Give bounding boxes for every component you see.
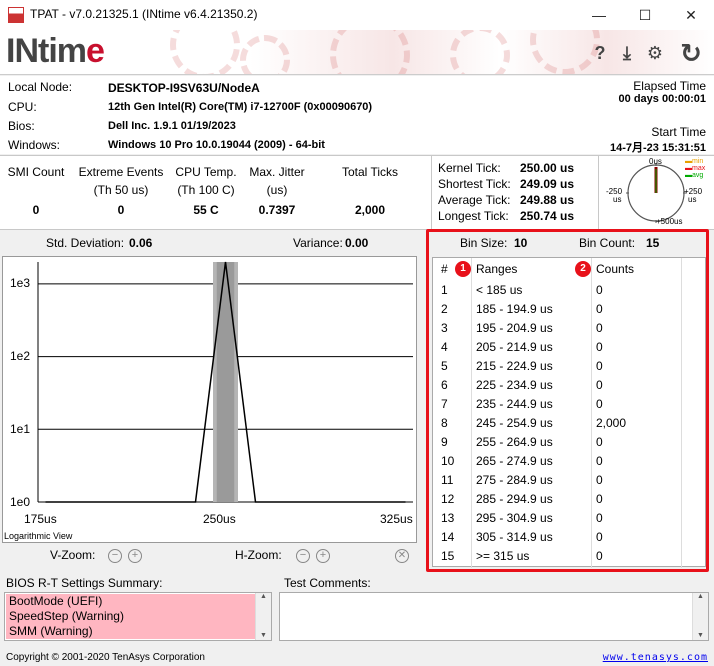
- total-ticks-value: 2,000: [354, 203, 386, 217]
- y-tick-label: 1e0: [10, 495, 31, 509]
- app-icon: [8, 7, 24, 23]
- intime-logo: INtime: [6, 32, 105, 70]
- legend-max: ▬max: [685, 165, 706, 172]
- refresh-icon[interactable]: ↻: [676, 39, 706, 67]
- kernel-tick-value: 250.00 us: [520, 161, 575, 175]
- extreme-events-value: 0: [117, 203, 125, 217]
- variance-label: Variance:: [293, 236, 343, 250]
- scrollbar[interactable]: ▲ ▼: [255, 593, 271, 640]
- longest-tick-label: Longest Tick:: [438, 209, 509, 223]
- scroll-down-icon[interactable]: ▼: [256, 632, 271, 639]
- bios-label: Bios:: [8, 119, 35, 133]
- average-tick-value: 249.88 us: [520, 193, 575, 207]
- extreme-events-header: Extreme Events: [78, 165, 164, 179]
- local-node-value: DESKTOP-I9SV63U/NodeA: [108, 81, 260, 95]
- kernel-tick-label: Kernel Tick:: [438, 161, 501, 175]
- y-tick-label: 1e2: [10, 349, 31, 363]
- extreme-events-threshold: (Th 50 us): [93, 183, 149, 197]
- windows-value: Windows 10 Pro 10.0.19044 (2009) - 64-bi…: [108, 139, 325, 151]
- h-zoom-out-icon[interactable]: −: [296, 549, 310, 563]
- cpu-value: 12th Gen Intel(R) Core(TM) i7-12700F (0x…: [108, 101, 373, 113]
- elapsed-time-label: Elapsed Time: [633, 79, 706, 93]
- close-button[interactable]: ✕: [668, 0, 714, 30]
- v-zoom-out-icon[interactable]: −: [108, 549, 122, 563]
- maximize-button[interactable]: ☐: [622, 0, 668, 30]
- gear-decoration-icon: [450, 30, 510, 74]
- bios-value: Dell Inc. 1.9.1 01/19/2023: [108, 120, 236, 132]
- gear-decoration-icon: [330, 30, 410, 74]
- v-zoom-in-icon[interactable]: +: [128, 549, 142, 563]
- scrollbar[interactable]: ▲ ▼: [692, 593, 708, 640]
- gauge-right-unit: us: [688, 195, 697, 204]
- cpu-temp-header: CPU Temp.: [175, 165, 237, 179]
- title-bar: TPAT - v7.0.21325.1 (INtime v6.4.21350.2…: [0, 0, 714, 30]
- std-deviation-label: Std. Deviation:: [46, 236, 125, 250]
- logarithmic-view-label: Logarithmic View: [4, 531, 73, 541]
- gauge-bottom-label: +500us: [656, 217, 683, 226]
- gauge-left-unit: us: [613, 195, 622, 204]
- scroll-up-icon[interactable]: ▲: [256, 593, 271, 600]
- help-icon[interactable]: ?: [589, 42, 611, 64]
- scroll-down-icon[interactable]: ▼: [693, 632, 708, 639]
- max-jitter-value: 0.7397: [258, 203, 296, 217]
- bios-item-smm: SMM (Warning): [6, 624, 256, 639]
- bios-summary-list[interactable]: BootMode (UEFI) SpeedStep (Warning) SMM …: [4, 592, 272, 641]
- test-comments-label: Test Comments:: [284, 576, 371, 590]
- copyright-text: Copyright © 2001-2020 TenAsys Corporatio…: [6, 652, 205, 663]
- x-tick-label: 250us: [203, 512, 236, 526]
- start-time-value: 14-7月-23 15:31:51: [609, 142, 706, 154]
- gauge-top-label: 0us: [649, 157, 662, 166]
- total-ticks-header: Total Ticks: [341, 165, 398, 179]
- average-tick-label: Average Tick:: [438, 193, 511, 207]
- legend-min: ▬min: [685, 158, 704, 165]
- shortest-tick-label: Shortest Tick:: [438, 177, 511, 191]
- bios-summary-label: BIOS R-T Settings Summary:: [6, 576, 163, 590]
- max-jitter-unit: (us): [266, 183, 288, 197]
- v-zoom-label: V-Zoom:: [50, 548, 96, 562]
- start-time-label: Start Time: [651, 125, 706, 139]
- gauge-legend: ▬min ▬max ▬avg: [685, 158, 705, 179]
- h-zoom-in-icon[interactable]: +: [316, 549, 330, 563]
- scroll-up-icon[interactable]: ▲: [693, 593, 708, 600]
- peak-bin-bar-core: [216, 262, 235, 502]
- shortest-tick-value: 249.09 us: [520, 177, 575, 191]
- longest-tick-value: 250.74 us: [520, 209, 575, 223]
- windows-label: Windows:: [8, 138, 61, 152]
- variance-value: 0.00: [345, 236, 369, 250]
- bios-item-speedstep: SpeedStep (Warning): [6, 609, 256, 624]
- legend-avg: ▬avg: [685, 172, 704, 179]
- gear-decoration-icon: [170, 30, 240, 74]
- bios-item-bootmode: BootMode (UEFI): [6, 594, 256, 609]
- y-tick-label: 1e3: [10, 276, 31, 290]
- divider: [598, 156, 599, 229]
- x-tick-label: 175us: [24, 512, 57, 526]
- cpu-temp-value: 55 C: [193, 203, 219, 217]
- test-comments-field[interactable]: ▲ ▼: [279, 592, 709, 641]
- tenasys-link[interactable]: www.tenasys.com: [603, 652, 708, 663]
- window-title: TPAT - v7.0.21325.1 (INtime v6.4.21350.2…: [30, 7, 258, 21]
- max-jitter-header: Max. Jitter: [249, 165, 305, 179]
- x-tick-label: 325us: [380, 512, 413, 526]
- highlight-frame: [426, 229, 709, 572]
- local-node-label: Local Node:: [8, 80, 73, 94]
- y-tick-label: 1e1: [10, 422, 31, 436]
- zoom-reset-icon[interactable]: ✕: [395, 549, 409, 563]
- minimize-button[interactable]: —: [576, 0, 622, 30]
- histogram-chart: [37, 261, 413, 503]
- smi-count-header: SMI Count: [7, 165, 65, 179]
- settings-gear-icon[interactable]: ⚙: [644, 42, 666, 64]
- h-zoom-label: H-Zoom:: [235, 548, 282, 562]
- std-deviation-value: 0.06: [129, 236, 153, 250]
- cpu-temp-threshold: (Th 100 C): [177, 183, 235, 197]
- cpu-label: CPU:: [8, 100, 37, 114]
- download-icon[interactable]: ⤓: [616, 42, 638, 64]
- smi-count-value: 0: [32, 203, 40, 217]
- elapsed-time-value: 00 days 00:00:01: [618, 93, 706, 105]
- gear-decoration-icon: [240, 35, 290, 74]
